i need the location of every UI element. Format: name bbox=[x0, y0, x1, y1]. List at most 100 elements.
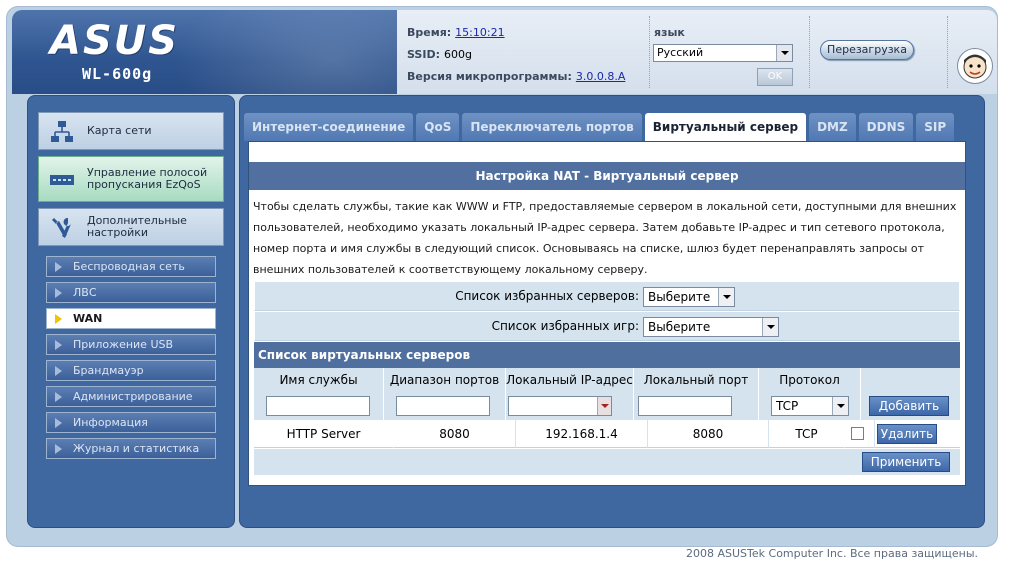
protocol-value: TCP bbox=[776, 399, 799, 413]
fav-servers-select[interactable]: Выберите bbox=[643, 287, 735, 307]
time-value-link[interactable]: 15:10:21 bbox=[455, 26, 504, 39]
port-range-input[interactable] bbox=[396, 396, 490, 416]
sidebar-item-network-map[interactable]: Карта сети bbox=[38, 112, 224, 150]
cell-port-range: 8080 bbox=[394, 420, 516, 448]
sidebar-item-label: Беспроводная сеть bbox=[73, 260, 185, 273]
new-local-port-cell bbox=[634, 392, 759, 420]
time-label: Время: bbox=[407, 26, 452, 39]
firmware-row: Версия микропрограммы: 3.0.0.8.A bbox=[407, 70, 625, 83]
avatar bbox=[957, 48, 993, 84]
dropdown-arrow-icon bbox=[781, 51, 789, 55]
firmware-version-link[interactable]: 3.0.0.8.A bbox=[576, 70, 626, 83]
cell-local-port: 8080 bbox=[648, 420, 769, 448]
local-port-input[interactable] bbox=[638, 396, 732, 416]
protocol-select[interactable]: TCP bbox=[771, 396, 849, 416]
new-entry-row: TCP Добавить bbox=[254, 392, 960, 420]
logo-area: ASUS WL-600g bbox=[12, 10, 397, 94]
service-name-input[interactable] bbox=[266, 396, 370, 416]
new-local-ip-cell bbox=[506, 392, 634, 420]
chevron-down-icon[interactable] bbox=[832, 397, 848, 415]
sidebar-item-label: Администрирование bbox=[73, 390, 193, 403]
add-cell: Добавить bbox=[861, 392, 960, 420]
table-header-row: Имя службы Диапазон портов Локальный IP-… bbox=[254, 368, 960, 392]
fav-games-row: Список избранных игр: Выберите bbox=[254, 311, 960, 341]
tab-internet-connection[interactable]: Интернет-соединение bbox=[244, 113, 414, 141]
fav-servers-row: Список избранных серверов: Выберите bbox=[254, 281, 960, 311]
sidebar-item-log-statistics[interactable]: Журнал и статистика bbox=[46, 438, 216, 459]
new-port-range-cell bbox=[384, 392, 506, 420]
fav-servers-label: Список избранных серверов: bbox=[455, 289, 639, 303]
add-button[interactable]: Добавить bbox=[869, 396, 949, 416]
fav-games-label: Список избранных игр: bbox=[491, 319, 639, 333]
fav-games-value: Выберите bbox=[648, 320, 711, 334]
chevron-down-icon[interactable] bbox=[762, 318, 778, 336]
arrow-right-icon bbox=[55, 418, 62, 428]
column-header-local-ip: Локальный IP-адрес bbox=[506, 368, 634, 392]
arrow-right-icon bbox=[55, 262, 62, 272]
copyright-text: 2008 ASUSTek Computer Inc. Все права защ… bbox=[686, 547, 979, 560]
table-footer-row: Применить bbox=[254, 449, 960, 475]
sidebar-item-wan[interactable]: WAN bbox=[46, 308, 216, 329]
header: ASUS WL-600g Время: 15:10:21 SSID: 600g Ве… bbox=[12, 10, 997, 94]
delete-cell: Удалить bbox=[875, 420, 960, 448]
dropdown-arrow-icon bbox=[837, 404, 845, 408]
tab-qos[interactable]: QoS bbox=[416, 113, 460, 141]
sidebar-item-usb-application[interactable]: Приложение USB bbox=[46, 334, 216, 355]
fav-servers-value: Выберите bbox=[648, 290, 711, 304]
sidebar-item-label: Журнал и статистика bbox=[73, 442, 200, 455]
column-header-service-name: Имя службы bbox=[254, 368, 384, 392]
info-divider bbox=[649, 16, 650, 88]
dropdown-arrow-icon bbox=[767, 325, 775, 329]
network-map-icon bbox=[51, 121, 73, 142]
new-protocol-cell: TCP bbox=[759, 392, 861, 420]
sidebar-item-lan[interactable]: ЛВС bbox=[46, 282, 216, 303]
arrow-right-icon bbox=[55, 288, 62, 298]
language-select[interactable]: Русский bbox=[653, 44, 793, 62]
sidebar-item-administration[interactable]: Администрирование bbox=[46, 386, 216, 407]
arrow-right-icon bbox=[55, 366, 62, 376]
sidebar-item-information[interactable]: Информация bbox=[46, 412, 216, 433]
cell-protocol: TCP bbox=[769, 420, 845, 448]
reboot-button[interactable]: Перезагрузка bbox=[820, 40, 914, 60]
sidebar-item-ezqos[interactable]: Управление полосой пропускания EzQoS bbox=[38, 156, 224, 202]
cell-local-ip: 192.168.1.4 bbox=[516, 420, 648, 448]
tab-sip[interactable]: SIP bbox=[916, 113, 955, 141]
delete-button[interactable]: Удалить bbox=[877, 424, 937, 444]
row-select-checkbox[interactable] bbox=[851, 427, 864, 440]
info-divider bbox=[947, 16, 948, 88]
fav-games-select[interactable]: Выберите bbox=[643, 317, 779, 337]
tab-ddns[interactable]: DDNS bbox=[858, 113, 914, 141]
ip-dropdown-button[interactable] bbox=[597, 397, 611, 415]
tab-port-switch[interactable]: Переключатель портов bbox=[462, 113, 642, 141]
apply-button[interactable]: Применить bbox=[862, 452, 950, 472]
column-header-protocol: Протокол bbox=[759, 368, 861, 392]
local-ip-input[interactable] bbox=[508, 396, 612, 416]
language-ok-button[interactable]: OK bbox=[757, 68, 793, 86]
sidebar-item-advanced-settings[interactable]: Дополнительные настройки bbox=[38, 208, 224, 246]
chevron-down-icon[interactable] bbox=[776, 45, 792, 61]
sidebar-item-label: Управление полосой пропускания EzQoS bbox=[87, 166, 208, 191]
ezqos-icon bbox=[50, 175, 74, 185]
sidebar-item-label: Брандмауэр bbox=[73, 364, 144, 377]
dropdown-arrow-icon bbox=[601, 404, 609, 408]
arrow-right-icon bbox=[55, 444, 62, 454]
asus-logo: ASUS bbox=[50, 18, 180, 64]
page-description: Чтобы сделать службы, такие как WWW и FT… bbox=[253, 200, 957, 276]
info-divider bbox=[809, 16, 810, 88]
sidebar: Карта сети Управление полосой пропускани… bbox=[27, 95, 235, 528]
sidebar-item-label: Карта сети bbox=[87, 124, 152, 137]
ssid-row: SSID: 600g bbox=[407, 48, 472, 61]
tab-dmz[interactable]: DMZ bbox=[809, 113, 856, 141]
language-value: Русский bbox=[657, 46, 704, 59]
firmware-label: Версия микропрограммы: bbox=[407, 70, 572, 83]
content-area: Настройка NAT - Виртуальный сервер Чтобы… bbox=[248, 141, 966, 486]
sidebar-item-firewall[interactable]: Брандмауэр bbox=[46, 360, 216, 381]
page-title: Настройка NAT - Виртуальный сервер bbox=[249, 162, 965, 190]
dropdown-arrow-icon bbox=[723, 295, 731, 299]
chevron-down-icon[interactable] bbox=[718, 288, 734, 306]
info-area: Время: 15:10:21 SSID: 600g Версия микропро… bbox=[397, 10, 997, 94]
arrow-right-icon bbox=[55, 340, 62, 350]
tab-virtual-server[interactable]: Виртуальный сервер bbox=[644, 113, 807, 141]
sidebar-item-label: ЛВС bbox=[73, 286, 97, 299]
sidebar-item-wireless[interactable]: Беспроводная сеть bbox=[46, 256, 216, 277]
